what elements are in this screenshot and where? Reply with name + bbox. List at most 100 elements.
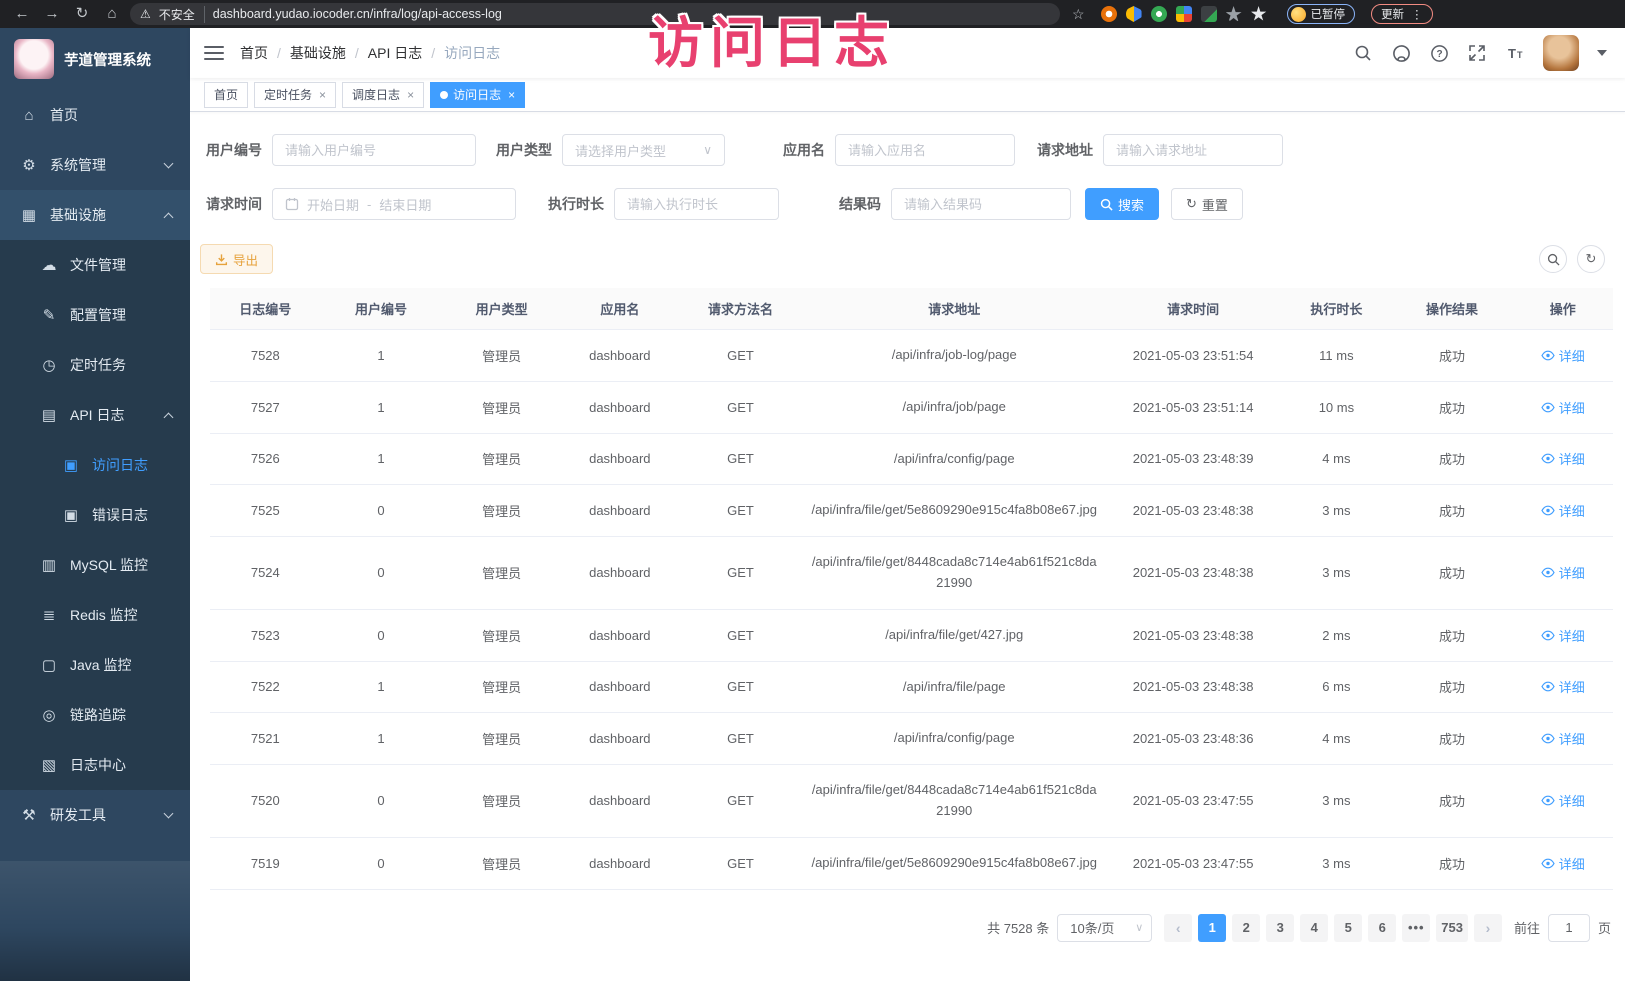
detail-link[interactable]: 详细 — [1541, 346, 1585, 365]
home-icon[interactable]: ⌂ — [100, 0, 124, 28]
detail-link[interactable]: 详细 — [1541, 854, 1585, 873]
detail-label: 详细 — [1559, 791, 1585, 810]
extension-icon[interactable] — [1226, 6, 1242, 22]
app-logo-row[interactable]: 芋道管理系统 — [0, 28, 190, 90]
page-button-4[interactable]: 4 — [1300, 914, 1328, 942]
translate-extension-icon[interactable] — [1201, 6, 1217, 22]
sidebar-item-infrastructure[interactable]: ▦基础设施 — [0, 190, 190, 240]
next-page-button[interactable]: › — [1474, 914, 1502, 942]
tab-scheduled-tasks[interactable]: 定时任务× — [254, 82, 336, 108]
page-button-3[interactable]: 3 — [1266, 914, 1294, 942]
page-button-753[interactable]: 753 — [1436, 914, 1468, 942]
breadcrumb-item[interactable]: API 日志 — [368, 43, 422, 63]
sidebar-item-link-tracing[interactable]: ◎链路追踪 — [0, 690, 190, 740]
app-name-input[interactable] — [835, 134, 1015, 166]
detail-link[interactable]: 详细 — [1541, 729, 1585, 748]
page-button-6[interactable]: 6 — [1368, 914, 1396, 942]
detail-link[interactable]: 详细 — [1541, 563, 1585, 582]
cell: 3 ms — [1281, 837, 1392, 889]
close-icon[interactable]: × — [407, 88, 414, 102]
font-size-icon[interactable]: TT — [1505, 43, 1525, 63]
sidebar-item-file-mgmt[interactable]: ☁文件管理 — [0, 240, 190, 290]
reset-button[interactable]: ↻ 重置 — [1171, 188, 1243, 220]
result-code-input[interactable] — [891, 188, 1071, 220]
cell: GET — [678, 433, 804, 485]
page-button-5[interactable]: 5 — [1334, 914, 1362, 942]
sidebar-item-config-mgmt[interactable]: ✎配置管理 — [0, 290, 190, 340]
user-type-select[interactable]: 请选择用户类型 ∨ — [562, 134, 725, 166]
extensions-row — [1101, 6, 1267, 22]
user-id-input[interactable] — [272, 134, 476, 166]
extension-icon[interactable] — [1151, 6, 1167, 22]
fullscreen-icon[interactable] — [1467, 43, 1487, 63]
extension-icon[interactable] — [1126, 6, 1142, 22]
update-label: 更新 — [1381, 6, 1404, 22]
search-icon[interactable] — [1353, 43, 1373, 63]
back-icon[interactable]: ← — [10, 0, 34, 28]
extension-icon[interactable] — [1176, 6, 1192, 22]
cell: 1 — [321, 330, 442, 382]
sidebar-item-mysql-monitor[interactable]: ▥MySQL 监控 — [0, 540, 190, 590]
request-url-input[interactable] — [1103, 134, 1283, 166]
detail-link[interactable]: 详细 — [1541, 449, 1585, 468]
page-size-select[interactable]: 10条/页 ∨ — [1057, 914, 1152, 942]
extension-icon[interactable] — [1101, 6, 1117, 22]
github-icon[interactable] — [1391, 43, 1411, 63]
sidebar-menu: ⌂首页⚙系统管理▦基础设施 ☁文件管理✎配置管理◷定时任务▤API 日志▣访问日… — [0, 90, 190, 840]
cell: 7528 — [210, 330, 321, 382]
hide-search-button[interactable] — [1539, 245, 1567, 273]
reload-icon[interactable]: ↻ — [70, 0, 94, 28]
request-time-range-input[interactable]: 开始日期 - 结束日期 — [272, 188, 516, 220]
sidebar-item-home[interactable]: ⌂首页 — [0, 90, 190, 140]
export-button[interactable]: 导出 — [200, 244, 273, 274]
detail-link[interactable]: 详细 — [1541, 791, 1585, 810]
refresh-table-button[interactable]: ↻ — [1577, 245, 1605, 273]
sidebar-item-api-log[interactable]: ▤API 日志 — [0, 390, 190, 440]
sidebar-item-system-mgmt[interactable]: ⚙系统管理 — [0, 140, 190, 190]
sidebar-item-log-center[interactable]: ▧日志中心 — [0, 740, 190, 790]
detail-link[interactable]: 详细 — [1541, 501, 1585, 520]
sidebar-item-label: 系统管理 — [50, 155, 106, 175]
page-button-2[interactable]: 2 — [1232, 914, 1260, 942]
help-icon[interactable]: ? — [1429, 43, 1449, 63]
tab-access-log[interactable]: 访问日志× — [430, 82, 525, 108]
user-avatar[interactable] — [1543, 35, 1579, 71]
sidebar-item-access-log[interactable]: ▣访问日志 — [0, 440, 190, 490]
goto-page-input[interactable] — [1548, 914, 1590, 942]
close-icon[interactable]: × — [319, 88, 326, 102]
detail-link[interactable]: 详细 — [1541, 626, 1585, 645]
prev-page-button[interactable]: ‹ — [1164, 914, 1192, 942]
browser-update-button[interactable]: 更新 ⋮ — [1371, 4, 1433, 24]
detail-link[interactable]: 详细 — [1541, 677, 1585, 696]
breadcrumb-item[interactable]: 首页 — [240, 43, 268, 63]
close-icon[interactable]: × — [508, 88, 515, 102]
extension-icon[interactable] — [1251, 6, 1267, 22]
column-header: 操作结果 — [1392, 288, 1513, 330]
table-row: 75250管理员dashboardGET/api/infra/file/get/… — [210, 485, 1613, 537]
profile-paused-badge[interactable]: 已暂停 — [1287, 4, 1356, 24]
avatar-caret-icon[interactable] — [1597, 50, 1607, 56]
action-cell: 详细 — [1512, 485, 1613, 537]
bookmark-star-icon[interactable]: ☆ — [1072, 6, 1085, 23]
tab-home[interactable]: 首页 — [204, 82, 248, 108]
kebab-menu-icon[interactable]: ⋮ — [1411, 7, 1423, 21]
hamburger-icon[interactable] — [204, 46, 224, 60]
sidebar-item-dev-tools[interactable]: ⚒研发工具 — [0, 790, 190, 840]
address-bar[interactable]: ⚠ 不安全 dashboard.yudao.iocoder.cn/infra/l… — [130, 3, 1060, 25]
sidebar-item-error-log[interactable]: ▣错误日志 — [0, 490, 190, 540]
forward-icon[interactable]: → — [40, 0, 64, 28]
sidebar-item-java-monitor[interactable]: ▢Java 监控 — [0, 640, 190, 690]
cell: 成功 — [1392, 485, 1513, 537]
search-button[interactable]: 搜索 — [1085, 188, 1159, 220]
cell: GET — [678, 330, 804, 382]
sidebar-item-scheduled-tasks[interactable]: ◷定时任务 — [0, 340, 190, 390]
action-cell: 详细 — [1512, 381, 1613, 433]
breadcrumb-item[interactable]: 基础设施 — [290, 43, 346, 63]
tab-schedule-log[interactable]: 调度日志× — [342, 82, 424, 108]
detail-link[interactable]: 详细 — [1541, 398, 1585, 417]
eye-icon — [1541, 505, 1555, 516]
cell: 2021-05-03 23:48:39 — [1105, 433, 1281, 485]
sidebar-item-redis-monitor[interactable]: ≣Redis 监控 — [0, 590, 190, 640]
duration-input[interactable] — [614, 188, 779, 220]
page-button-1[interactable]: 1 — [1198, 914, 1226, 942]
